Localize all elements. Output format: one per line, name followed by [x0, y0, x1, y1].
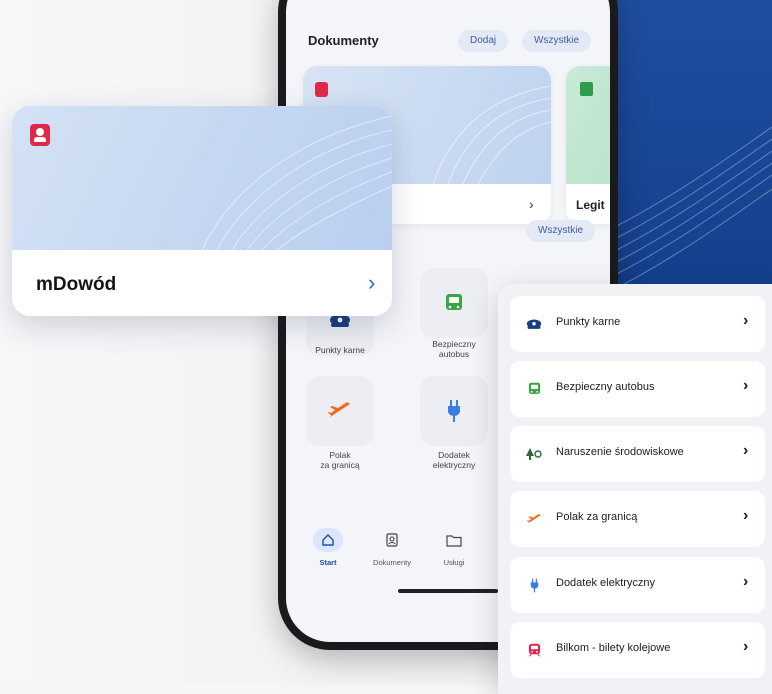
service-list-panel: Punkty karne › Bezpieczny autobus › Naru…	[498, 284, 772, 694]
chevron-right-icon: ›	[743, 312, 749, 329]
service-tile-label: Dodatek elektryczny	[432, 450, 476, 470]
list-item-bezpieczny-autobus[interactable]: Bezpieczny autobus ›	[510, 361, 765, 417]
mdowod-emblem-icon	[315, 82, 328, 97]
list-item-label: Bezpieczny autobus	[556, 381, 655, 393]
document-card-label: Legit	[576, 198, 605, 212]
list-item-label: Dodatek elektryczny	[556, 577, 656, 589]
plug-icon	[524, 575, 544, 595]
background-heading-fragment: i	[0, 430, 1, 542]
list-item-label: Punkty karne	[556, 316, 621, 328]
home-indicator	[398, 589, 498, 593]
service-tile-label: Punkty karne	[315, 345, 365, 355]
id-card-icon	[377, 528, 407, 552]
service-tile-polak-za-granica[interactable]	[306, 376, 374, 446]
chevron-right-icon: ›	[743, 377, 749, 394]
all-services-button[interactable]: Wszystkie	[526, 220, 595, 242]
list-item-punkty-karne[interactable]: Punkty karne ›	[510, 296, 765, 352]
featured-card-artwork	[12, 106, 392, 251]
list-item-label: Naruszenie środowiskowe	[556, 446, 684, 458]
bus-icon	[446, 294, 462, 310]
airplane-icon	[328, 402, 350, 417]
list-item-label: Polak za granicą	[556, 511, 638, 523]
chevron-right-icon: ›	[743, 638, 749, 655]
list-item-bilkom[interactable]: Bilkom - bilety kolejowe ›	[510, 622, 765, 678]
list-item-polak-za-granica[interactable]: Polak za granicą ›	[510, 491, 765, 547]
mdowod-emblem-icon	[30, 124, 50, 146]
featured-card-title: mDowód	[36, 274, 117, 295]
tab-label: Dokumenty	[373, 558, 411, 567]
chevron-right-icon: ›	[743, 507, 749, 524]
service-tile-label: Polak za granicą	[320, 450, 360, 470]
train-icon	[524, 640, 544, 660]
airplane-icon	[524, 509, 544, 529]
tab-label: Start	[319, 558, 337, 567]
home-icon	[313, 528, 343, 552]
list-item-naruszenie-srodowiskowe[interactable]: Naruszenie środowiskowe ›	[510, 426, 765, 482]
service-tile-label: Bezpieczny autobus	[432, 339, 476, 359]
chevron-right-icon: ›	[368, 270, 376, 295]
list-item-label: Bilkom - bilety kolejowe	[556, 642, 671, 654]
featured-document-card[interactable]: mDowód ›	[12, 106, 392, 316]
service-tile-dodatek-elektryczny[interactable]	[420, 376, 488, 446]
chevron-right-icon: ›	[743, 573, 749, 590]
tab-dokumenty[interactable]: Dokumenty	[366, 528, 418, 567]
tab-uslugi[interactable]: Usługi	[432, 528, 476, 567]
bus-icon	[524, 379, 544, 399]
list-item-dodatek-elektryczny[interactable]: Dodatek elektryczny ›	[510, 557, 765, 613]
folder-icon	[439, 528, 469, 552]
tree-icon	[524, 444, 544, 464]
add-document-button[interactable]: Dodaj	[458, 30, 509, 52]
service-tile-bezpieczny-autobus[interactable]	[420, 268, 488, 338]
legitymacja-emblem-icon	[580, 82, 593, 96]
chevron-right-icon: ›	[529, 196, 534, 212]
tab-label: Usługi	[443, 558, 465, 567]
document-card-artwork	[566, 66, 610, 184]
tab-start[interactable]: Start	[308, 528, 348, 567]
police-cap-icon	[524, 314, 544, 334]
plug-icon	[448, 400, 460, 422]
all-documents-button[interactable]: Wszystkie	[522, 30, 591, 52]
documents-section-title: Dokumenty	[308, 33, 379, 48]
document-card-legitymacja[interactable]: Legit	[566, 66, 610, 224]
chevron-right-icon: ›	[743, 442, 749, 459]
